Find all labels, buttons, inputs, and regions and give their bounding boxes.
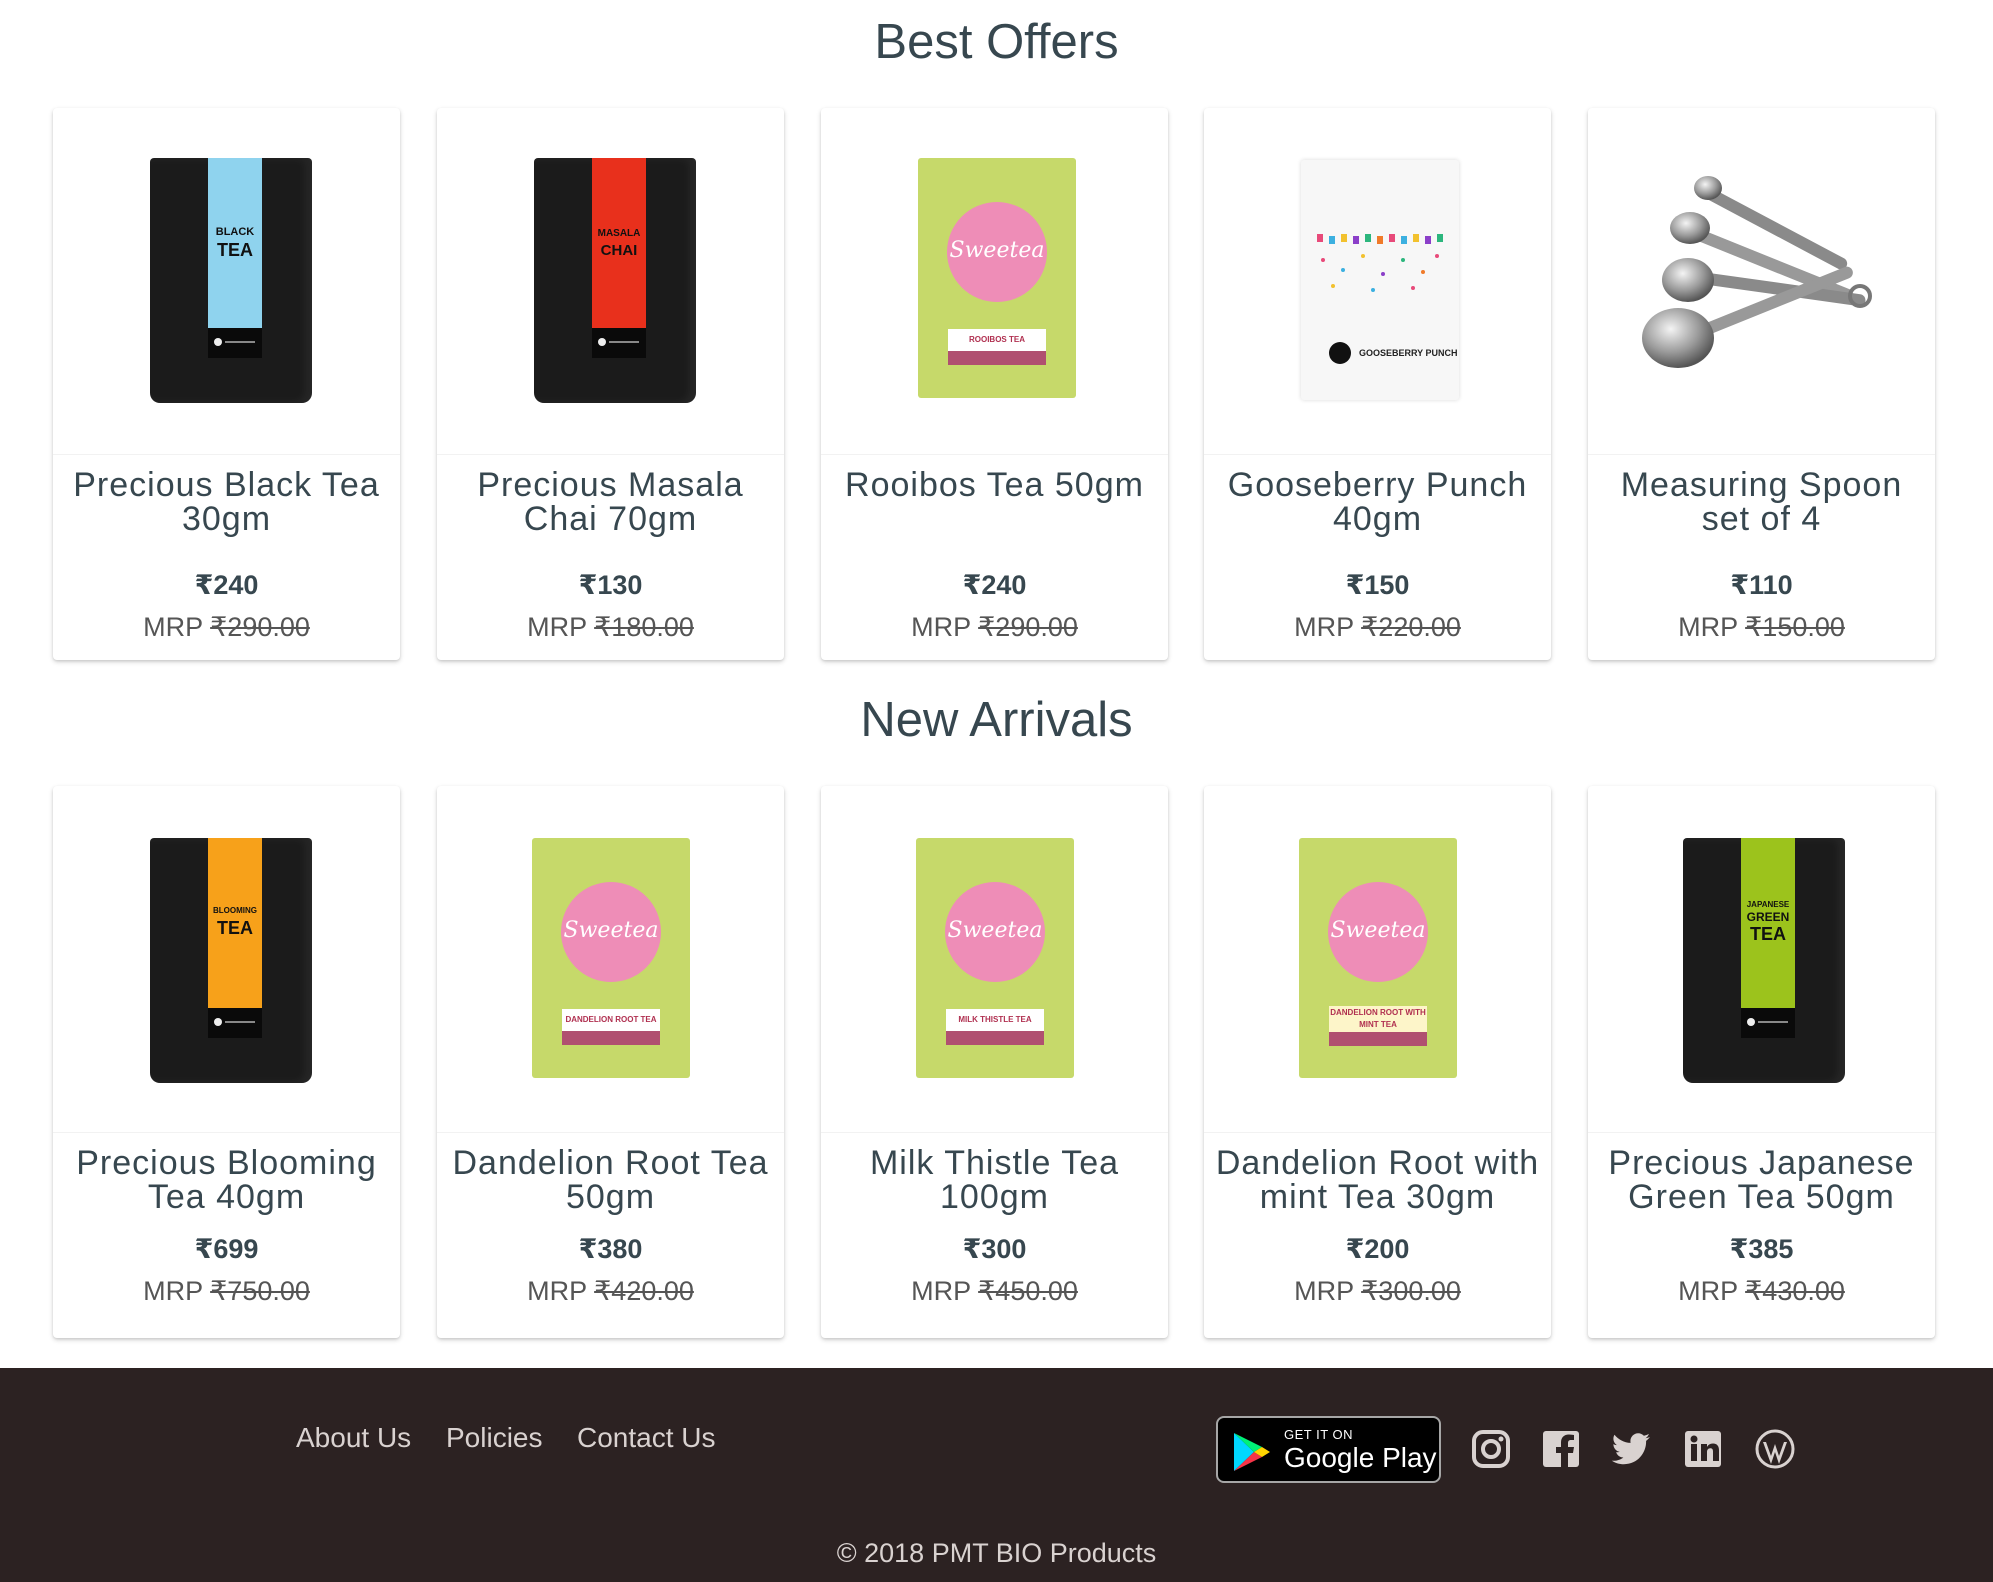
product-card[interactable]: Measuring Spoon set of 4 ₹110 MRP ₹150.0… xyxy=(1588,108,1935,660)
tea-pouch-image: MASALA CHAI xyxy=(534,158,696,403)
product-image[interactable]: Sweetea DANDELION ROOT WITH MINT TEA xyxy=(1204,786,1551,1133)
product-mrp: MRP ₹750.00 xyxy=(143,1276,310,1306)
twitter-icon[interactable] xyxy=(1610,1428,1652,1470)
product-price: ₹150 xyxy=(1345,570,1410,600)
product-name[interactable]: Precious Japanese Green Tea 50gm xyxy=(1592,1146,1931,1214)
product-card[interactable]: Sweetea ROOIBOS TEA Rooibos Tea 50gm ₹24… xyxy=(821,108,1168,660)
google-play-icon xyxy=(1234,1433,1270,1471)
product-image[interactable]: Sweetea ROOIBOS TEA xyxy=(821,108,1168,455)
tea-pouch-image: Sweetea ROOIBOS TEA xyxy=(918,158,1076,398)
product-image[interactable]: Sweetea MILK THISTLE TEA xyxy=(821,786,1168,1133)
instagram-icon[interactable] xyxy=(1470,1428,1512,1470)
section-title-new-arrivals: New Arrivals xyxy=(860,693,1133,747)
product-image[interactable]: BLACK TEA xyxy=(53,108,400,455)
product-mrp: MRP ₹180.00 xyxy=(527,612,694,642)
product-card[interactable]: Sweetea DANDELION ROOT TEA Dandelion Roo… xyxy=(437,786,784,1338)
product-name[interactable]: Milk Thistle Tea 100gm xyxy=(825,1146,1164,1214)
section-title-best-offers: Best Offers xyxy=(874,15,1119,69)
product-name[interactable]: Precious Blooming Tea 40gm xyxy=(57,1146,396,1214)
product-mrp: MRP ₹290.00 xyxy=(143,612,310,642)
product-price: ₹385 xyxy=(1729,1234,1794,1264)
best-offers-grid: BLACK TEA Precious Black Tea 30gm ₹240 M… xyxy=(0,108,1993,668)
footer-link-policies[interactable]: Policies xyxy=(446,1422,542,1454)
product-mrp: MRP ₹290.00 xyxy=(911,612,1078,642)
product-price: ₹699 xyxy=(194,1234,259,1264)
product-name[interactable]: Dandelion Root Tea 50gm xyxy=(441,1146,780,1214)
product-image[interactable]: GOOSEBERRY PUNCH xyxy=(1204,108,1551,455)
product-image[interactable]: Sweetea DANDELION ROOT TEA xyxy=(437,786,784,1133)
product-mrp: MRP ₹450.00 xyxy=(911,1276,1078,1306)
facebook-icon[interactable] xyxy=(1540,1428,1582,1470)
product-card[interactable]: Sweetea MILK THISTLE TEA Milk Thistle Te… xyxy=(821,786,1168,1338)
product-mrp: MRP ₹300.00 xyxy=(1294,1276,1461,1306)
product-name[interactable]: Precious Black Tea 30gm xyxy=(57,468,396,536)
product-mrp: MRP ₹150.00 xyxy=(1678,612,1845,642)
product-mrp: MRP ₹420.00 xyxy=(527,1276,694,1306)
tea-pouch-image: BLOOMING TEA xyxy=(150,838,312,1083)
product-card[interactable]: BLACK TEA Precious Black Tea 30gm ₹240 M… xyxy=(53,108,400,660)
footer-link-about-us[interactable]: About Us xyxy=(296,1422,411,1454)
product-price: ₹240 xyxy=(962,570,1027,600)
tea-pouch-image: JAPANESE GREEN TEA xyxy=(1683,838,1845,1083)
product-price: ₹240 xyxy=(194,570,259,600)
product-card[interactable]: BLOOMING TEA Precious Blooming Tea 40gm … xyxy=(53,786,400,1338)
product-name[interactable]: Dandelion Root with mint Tea 30gm xyxy=(1208,1146,1547,1214)
product-price: ₹380 xyxy=(578,1234,643,1264)
tea-pouch-image: BLACK TEA xyxy=(150,158,312,403)
product-card[interactable]: MASALA CHAI Precious Masala Chai 70gm ₹1… xyxy=(437,108,784,660)
product-price: ₹130 xyxy=(578,570,643,600)
linkedin-icon[interactable] xyxy=(1682,1428,1724,1470)
site-footer: About Us Policies Contact Us GET IT ON G… xyxy=(0,1368,1993,1582)
tea-pouch-image: Sweetea DANDELION ROOT TEA xyxy=(532,838,690,1078)
copyright-text: © 2018 PMT BIO Products xyxy=(836,1538,1157,1568)
product-mrp: MRP ₹220.00 xyxy=(1294,612,1461,642)
product-name[interactable]: Measuring Spoon set of 4 xyxy=(1592,468,1931,536)
product-image[interactable] xyxy=(1588,108,1935,455)
product-name[interactable]: Precious Masala Chai 70gm xyxy=(441,468,780,536)
product-card[interactable]: GOOSEBERRY PUNCH Gooseberry Punch 40gm ₹… xyxy=(1204,108,1551,660)
wordpress-icon[interactable] xyxy=(1754,1428,1796,1470)
google-play-badge[interactable]: GET IT ON Google Play xyxy=(1216,1416,1441,1483)
product-price: ₹110 xyxy=(1730,570,1793,600)
product-image[interactable]: JAPANESE GREEN TEA xyxy=(1588,786,1935,1133)
product-name[interactable]: Gooseberry Punch 40gm xyxy=(1208,468,1547,536)
product-image[interactable]: MASALA CHAI xyxy=(437,108,784,455)
new-arrivals-grid: BLOOMING TEA Precious Blooming Tea 40gm … xyxy=(0,786,1993,1346)
google-play-big-text: Google Play xyxy=(1284,1442,1437,1473)
gooseberry-pouch-image: GOOSEBERRY PUNCH xyxy=(1301,160,1459,400)
product-mrp: MRP ₹430.00 xyxy=(1678,1276,1845,1306)
product-price: ₹300 xyxy=(962,1234,1027,1264)
tea-pouch-image: Sweetea DANDELION ROOT WITH MINT TEA xyxy=(1299,838,1457,1078)
product-price: ₹200 xyxy=(1345,1234,1410,1264)
google-play-small-text: GET IT ON xyxy=(1284,1427,1354,1442)
tea-pouch-image: Sweetea MILK THISTLE TEA xyxy=(916,838,1074,1078)
footer-link-contact-us[interactable]: Contact Us xyxy=(577,1422,716,1454)
product-image[interactable]: BLOOMING TEA xyxy=(53,786,400,1133)
product-card[interactable]: JAPANESE GREEN TEA Precious Japanese Gre… xyxy=(1588,786,1935,1338)
measuring-spoons-image xyxy=(1642,176,1872,368)
product-card[interactable]: Sweetea DANDELION ROOT WITH MINT TEA Dan… xyxy=(1204,786,1551,1338)
product-name[interactable]: Rooibos Tea 50gm xyxy=(825,468,1164,502)
